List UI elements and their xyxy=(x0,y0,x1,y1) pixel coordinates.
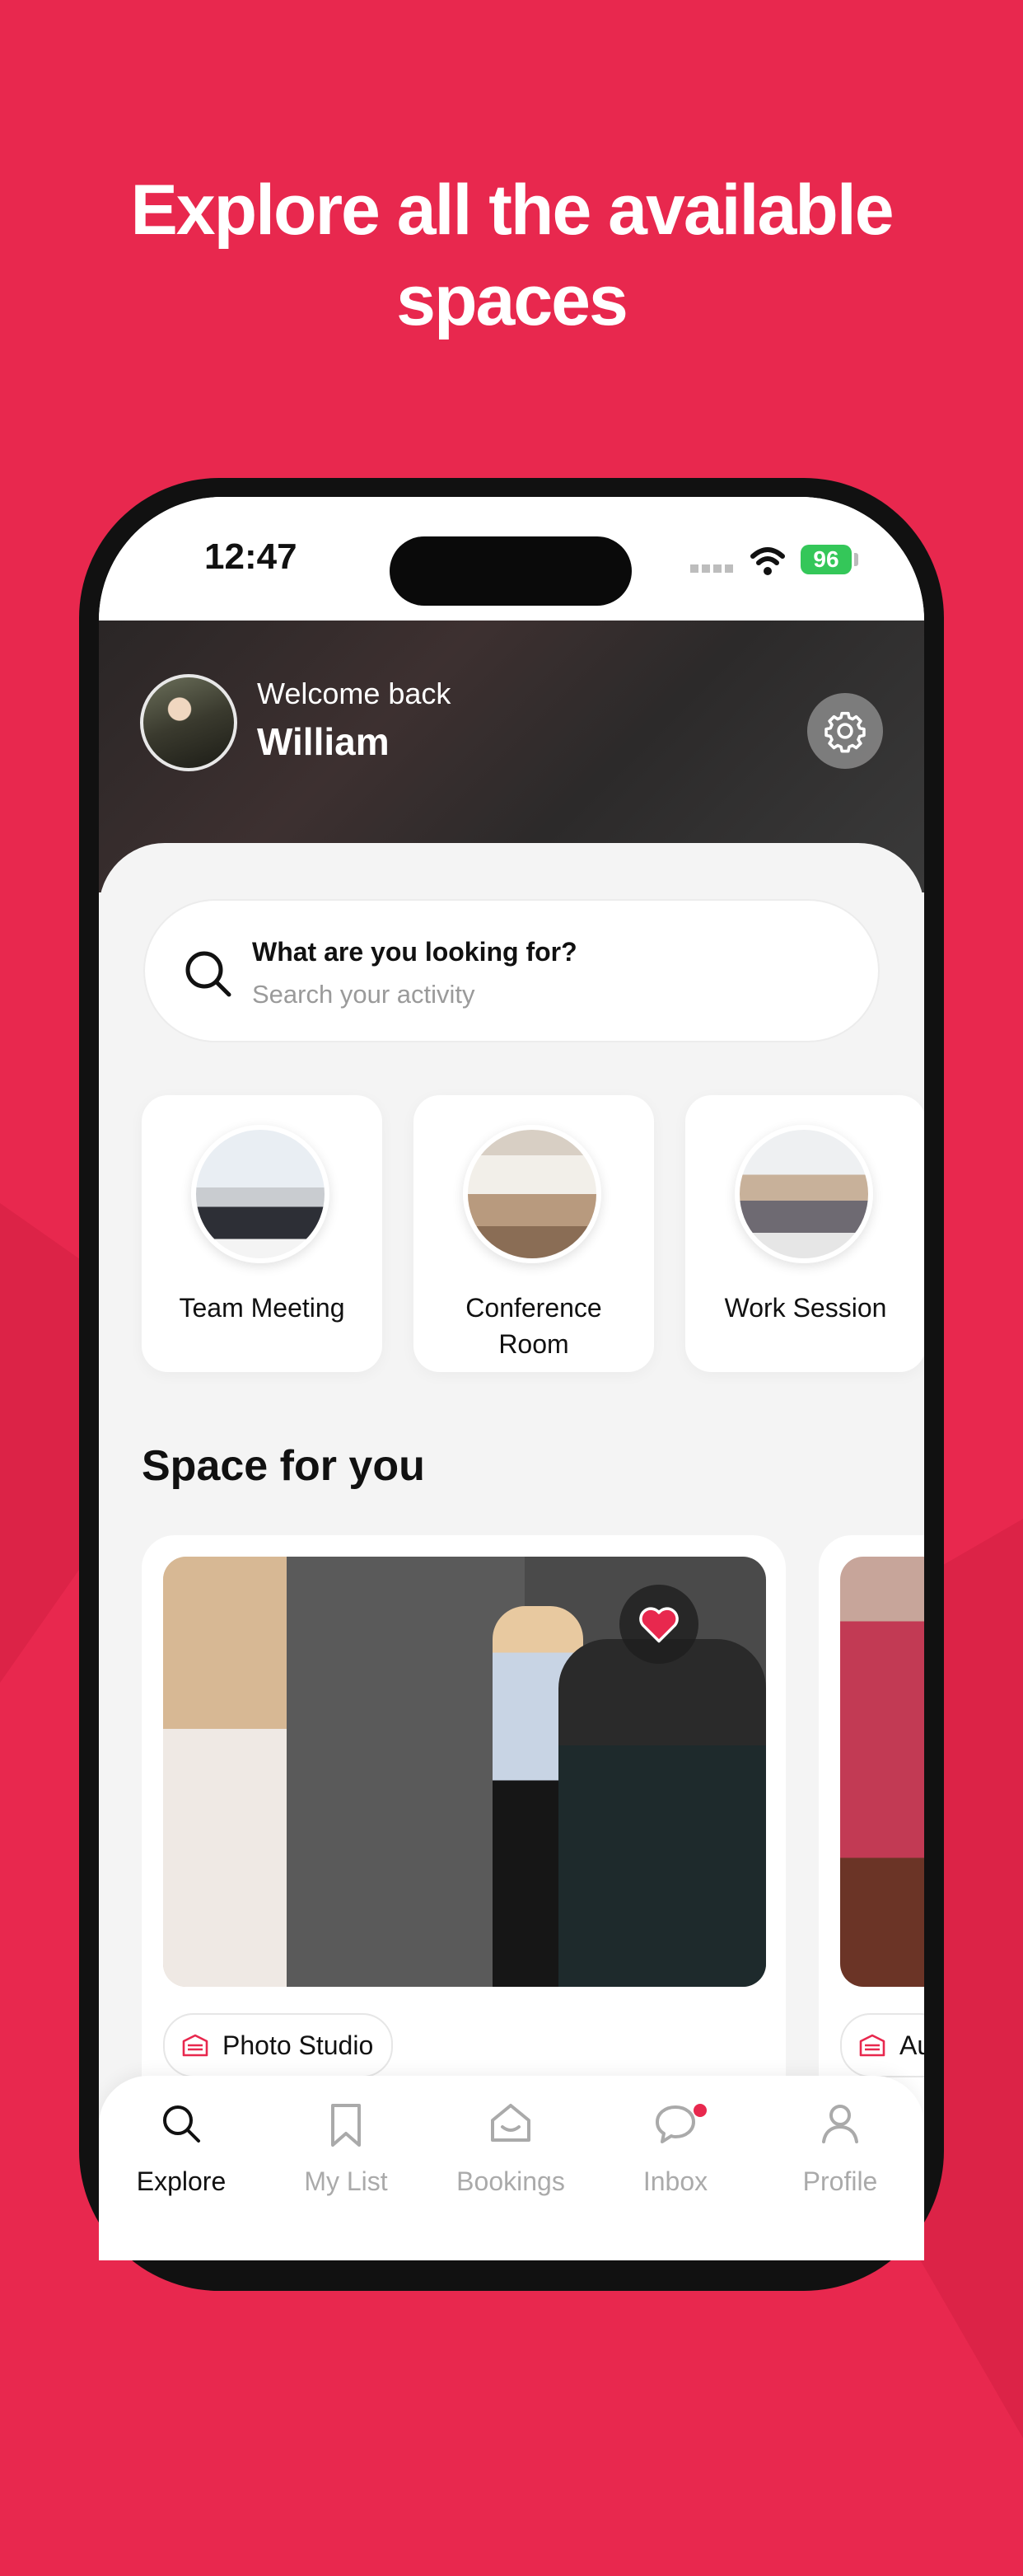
dynamic-island xyxy=(390,536,632,606)
tab-inbox[interactable]: Inbox xyxy=(593,2076,758,2260)
phone-screen: 12:47 96 Welcome back William What are y… xyxy=(99,497,924,2260)
search-input[interactable] xyxy=(252,980,829,1009)
studio-icon xyxy=(182,2034,208,2057)
promo-headline: Explore all the available spaces xyxy=(0,165,1023,346)
chat-icon xyxy=(656,2105,695,2143)
search-bar[interactable]: What are you looking for? xyxy=(143,899,880,1042)
photo-figure xyxy=(558,1639,766,1987)
photo-figure xyxy=(163,1557,287,1987)
category-card-work-session[interactable]: Work Session xyxy=(685,1095,924,1372)
tab-label: Profile xyxy=(802,2166,878,2196)
conference-room-image xyxy=(463,1125,601,1263)
wifi-icon xyxy=(750,547,785,575)
tab-profile[interactable]: Profile xyxy=(758,2076,923,2260)
search-icon xyxy=(185,951,231,997)
tab-label: Bookings xyxy=(456,2166,565,2196)
space-tag-label: Au xyxy=(899,2030,924,2060)
status-time: 12:47 xyxy=(204,536,297,577)
category-card-conference-room[interactable]: Conference Room xyxy=(413,1095,654,1372)
space-tag: Photo Studio xyxy=(163,2013,394,2077)
category-label: Conference Room xyxy=(465,1293,602,1359)
person-icon xyxy=(822,2105,858,2143)
battery-icon: 96 xyxy=(801,545,852,574)
category-label: Team Meeting xyxy=(179,1293,345,1323)
battery-tip xyxy=(854,553,858,566)
tab-explore[interactable]: Explore xyxy=(99,2076,264,2260)
work-session-image xyxy=(735,1125,873,1263)
category-card-team-meeting[interactable]: Team Meeting xyxy=(142,1095,382,1372)
bookmark-icon xyxy=(331,2104,361,2147)
bookings-icon xyxy=(491,2104,530,2142)
heart-icon xyxy=(639,1607,679,1643)
search-title: What are you looking for? xyxy=(252,937,577,967)
favorite-button[interactable] xyxy=(619,1585,698,1664)
team-meeting-image xyxy=(191,1125,329,1263)
bottom-tab-bar: Explore My List Bookings Inbox Profile xyxy=(99,2076,924,2260)
tab-label: Explore xyxy=(136,2166,227,2196)
tab-label: My List xyxy=(304,2166,388,2196)
settings-button[interactable] xyxy=(807,693,883,769)
space-tag: Au xyxy=(840,2013,924,2077)
welcome-text: Welcome back xyxy=(257,677,451,710)
search-icon xyxy=(163,2105,200,2143)
headline-line-1: Explore all the available xyxy=(130,171,894,250)
space-photo xyxy=(840,1557,924,1987)
studio-icon xyxy=(859,2034,885,2057)
headline-line-2: spaces xyxy=(396,261,628,340)
section-title: Space for you xyxy=(142,1442,425,1490)
avatar[interactable] xyxy=(140,674,237,771)
content-panel: What are you looking for? Team Meeting C… xyxy=(99,843,924,2260)
notification-dot xyxy=(694,2104,707,2117)
tab-bookings[interactable]: Bookings xyxy=(428,2076,593,2260)
cellular-signal-icon xyxy=(690,564,733,573)
username: William xyxy=(257,720,390,763)
tab-label: Inbox xyxy=(642,2166,708,2196)
category-label: Work Session xyxy=(724,1293,887,1323)
space-tag-label: Photo Studio xyxy=(222,2030,374,2060)
status-bar: 12:47 96 xyxy=(99,497,924,621)
tab-my-list[interactable]: My List xyxy=(264,2076,428,2260)
gear-icon xyxy=(824,711,866,753)
